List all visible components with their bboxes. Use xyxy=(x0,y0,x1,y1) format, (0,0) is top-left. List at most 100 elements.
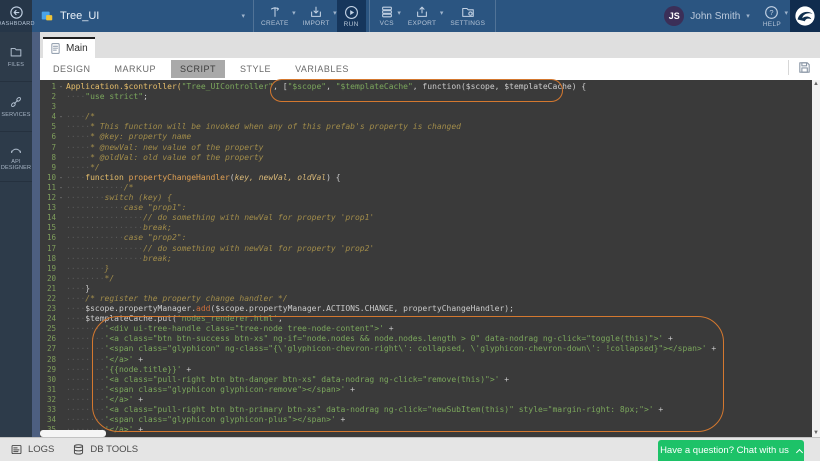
scroll-up-icon[interactable]: ▲ xyxy=(812,81,820,87)
fold-gutter xyxy=(56,203,66,213)
code-line-14[interactable]: 14················// do something with n… xyxy=(40,213,812,223)
fold-marker-icon[interactable]: - xyxy=(56,193,66,203)
code-text: ············case "prop2": xyxy=(66,233,812,243)
code-line-7[interactable]: 7 ·····* @newVal: new value of the proper… xyxy=(40,143,812,153)
navbar-item-vcs[interactable]: VCS▾ xyxy=(373,0,401,32)
code-line-5[interactable]: 5·····* This function will be invoked wh… xyxy=(40,122,812,132)
subtab-design[interactable]: DESIGN xyxy=(44,60,100,78)
sidebar-item-files[interactable]: FILES xyxy=(0,32,32,82)
import-icon xyxy=(309,5,323,19)
navbar-item-import[interactable]: IMPORT▾ xyxy=(296,0,337,32)
fold-marker-icon[interactable]: - xyxy=(56,183,66,193)
code-line-24[interactable]: 24····$templateCache.put('nodes_renderer… xyxy=(40,314,812,324)
code-line-32[interactable]: 32········'</a>' + xyxy=(40,395,812,405)
fold-gutter xyxy=(56,102,66,112)
code-line-31[interactable]: 31········'<span class="glyphicon glyphi… xyxy=(40,385,812,395)
subtab-script[interactable]: SCRIPT xyxy=(171,60,225,78)
code-line-6[interactable]: 6·····* @key: property name xyxy=(40,132,812,142)
code-text: ····"use strict"; xyxy=(66,92,812,102)
line-number: 11 xyxy=(40,183,56,193)
code-line-15[interactable]: 15················break; xyxy=(40,223,812,233)
code-line-10[interactable]: 10-····function propertyChangeHandler(ke… xyxy=(40,173,812,183)
code-text: ·····* @newVal: new value of the propert… xyxy=(66,143,812,153)
code-line-4[interactable]: 4-····/* xyxy=(40,112,812,122)
services-icon xyxy=(9,95,23,109)
fold-marker-icon[interactable]: - xyxy=(56,112,66,122)
fold-gutter xyxy=(56,213,66,223)
fold-marker-icon[interactable]: - xyxy=(56,82,66,92)
code-line-34[interactable]: 34········'<span class="glyphicon glyphi… xyxy=(40,415,812,425)
subtab-variables[interactable]: VARIABLES xyxy=(286,60,358,78)
horizontal-scrollbar[interactable] xyxy=(40,430,106,437)
navbar-item-settings[interactable]: SETTINGS xyxy=(443,0,492,32)
fold-gutter xyxy=(56,304,66,314)
fold-gutter xyxy=(56,385,66,395)
code-line-18[interactable]: 18················break; xyxy=(40,254,812,264)
code-line-9[interactable]: 9·····*/ xyxy=(40,163,812,173)
save-button[interactable] xyxy=(788,60,812,75)
code-text: ················break; xyxy=(66,223,812,233)
user-menu[interactable]: JS John Smith ▾ xyxy=(658,0,756,32)
code-line-23[interactable]: 23····$scope.propertyManager.add($scope.… xyxy=(40,304,812,314)
code-line-28[interactable]: 28········'</a>' + xyxy=(40,355,812,365)
logs-button[interactable]: LOGS xyxy=(10,443,54,456)
code-line-13[interactable]: 13············case "prop1": xyxy=(40,203,812,213)
dashboard-button[interactable]: DASHBOARD xyxy=(0,0,32,32)
left-sidebar: FILESSERVICESAPI DESIGNER xyxy=(0,32,32,437)
code-text: ·····* @oldVal: old value of the propert… xyxy=(66,153,812,163)
code-line-29[interactable]: 29········'{{node.title}}' + xyxy=(40,365,812,375)
code-line-20[interactable]: 20········*/ xyxy=(40,274,812,284)
navbar-separator xyxy=(495,0,496,32)
line-number: 19 xyxy=(40,264,56,274)
code-line-35[interactable]: 35········'</a>' + xyxy=(40,425,812,435)
line-number: 7 xyxy=(40,143,56,153)
code-line-17[interactable]: 17················// do something with n… xyxy=(40,244,812,254)
line-number: 2 xyxy=(40,92,56,102)
tab-main[interactable]: Main xyxy=(43,37,95,58)
code-text: ········'<a class="pull-right btn btn-pr… xyxy=(66,405,812,415)
sidebar-item-api-designer[interactable]: API DESIGNER xyxy=(0,132,32,182)
help-button[interactable]: ? HELP ▾ xyxy=(756,0,788,32)
fold-gutter xyxy=(56,375,66,385)
export-icon xyxy=(415,5,429,19)
db-tools-button[interactable]: DB TOOLS xyxy=(72,443,138,456)
fold-gutter xyxy=(56,254,66,264)
vertical-scrollbar[interactable]: ▲ ▼ xyxy=(812,80,820,437)
code-line-16[interactable]: 16············case "prop2": xyxy=(40,233,812,243)
fold-gutter xyxy=(56,122,66,132)
code-editor[interactable]: 1-Application.$controller("Tree_UIContro… xyxy=(40,80,812,437)
logs-icon xyxy=(10,443,23,456)
fold-gutter xyxy=(56,132,66,142)
line-number: 5 xyxy=(40,122,56,132)
code-line-30[interactable]: 30········'<a class="pull-right btn btn-… xyxy=(40,375,812,385)
line-number: 17 xyxy=(40,244,56,254)
navbar-item-create[interactable]: CREATE▾ xyxy=(254,0,296,32)
code-line-26[interactable]: 26········'<a class="btn btn-success btn… xyxy=(40,334,812,344)
code-line-22[interactable]: 22····/* register the property change ha… xyxy=(40,294,812,304)
project-selector[interactable]: Tree_UI ▾ xyxy=(32,0,254,32)
subtab-style[interactable]: STYLE xyxy=(231,60,280,78)
code-line-12[interactable]: 12-········switch (key) { xyxy=(40,193,812,203)
code-text: ········'<span class="glyphicon glyphico… xyxy=(66,385,812,395)
code-line-27[interactable]: 27········'<span class="glyphicon" ng-cl… xyxy=(40,344,812,354)
code-line-2[interactable]: 2 ····"use strict"; xyxy=(40,92,812,102)
api-designer-icon xyxy=(9,142,23,156)
subtab-markup[interactable]: MARKUP xyxy=(106,60,166,78)
navbar-item-run[interactable]: RUN xyxy=(337,0,366,32)
sidebar-item-services[interactable]: SERVICES xyxy=(0,82,32,132)
code-text: ····/* register the property change hand… xyxy=(66,294,812,304)
code-line-21[interactable]: 21····} xyxy=(40,284,812,294)
code-line-8[interactable]: 8·····* @oldVal: old value of the proper… xyxy=(40,153,812,163)
fold-gutter xyxy=(56,143,66,153)
code-line-3[interactable]: 3 xyxy=(40,102,812,112)
code-line-1[interactable]: 1-Application.$controller("Tree_UIContro… xyxy=(40,82,812,92)
code-line-19[interactable]: 19········} xyxy=(40,264,812,274)
code-text: ········'{{node.title}}' + xyxy=(66,365,812,375)
scroll-down-icon[interactable]: ▼ xyxy=(812,430,820,436)
code-line-11[interactable]: 11-············/* xyxy=(40,183,812,193)
fold-marker-icon[interactable]: - xyxy=(56,173,66,183)
code-line-25[interactable]: 25········'<div ui-tree-handle class="tr… xyxy=(40,324,812,334)
chat-widget-button[interactable]: Have a question? Chat with us xyxy=(658,440,804,461)
code-line-33[interactable]: 33········'<a class="pull-right btn btn-… xyxy=(40,405,812,415)
navbar-item-export[interactable]: EXPORT▾ xyxy=(401,0,443,32)
